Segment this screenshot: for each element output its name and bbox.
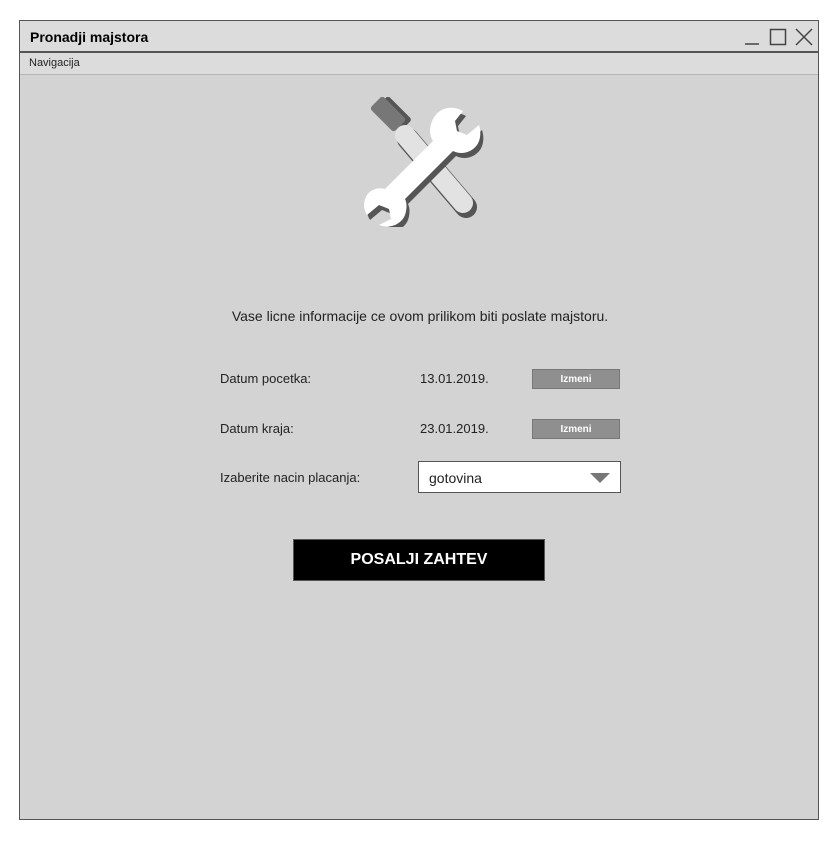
payment-method-value: gotovina: [429, 470, 482, 486]
app-window: Pronadji majstora Navigacija Vase licne …: [19, 20, 819, 820]
title-bar: Pronadji majstora: [20, 21, 818, 53]
payment-method-label: Izaberite nacin placanja:: [220, 470, 361, 485]
start-date-label: Datum pocetka:: [220, 371, 312, 386]
tools-icon: [364, 97, 484, 227]
minimize-button[interactable]: [742, 27, 762, 47]
end-date-label: Datum kraja:: [220, 421, 294, 436]
close-icon: [795, 28, 813, 46]
chevron-down-icon: [590, 473, 610, 483]
start-date-value: 13.01.2019.: [420, 371, 489, 386]
menu-navigation[interactable]: Navigacija: [29, 57, 80, 69]
edit-end-date-button[interactable]: Izmeni: [532, 419, 620, 439]
maximize-icon: [769, 28, 787, 46]
payment-method-select[interactable]: gotovina: [418, 461, 621, 493]
end-date-value: 23.01.2019.: [420, 421, 489, 436]
send-request-button[interactable]: POSALJI ZAHTEV: [293, 539, 545, 581]
window-controls: [742, 26, 814, 48]
info-notice: Vase licne informacije ce ovom prilikom …: [231, 308, 609, 324]
menu-bar: Navigacija: [20, 53, 818, 75]
window-title: Pronadji majstora: [30, 29, 149, 45]
minimize-icon: [745, 43, 759, 45]
maximize-button[interactable]: [768, 27, 788, 47]
close-button[interactable]: [794, 27, 814, 47]
edit-start-date-button[interactable]: Izmeni: [532, 369, 620, 389]
